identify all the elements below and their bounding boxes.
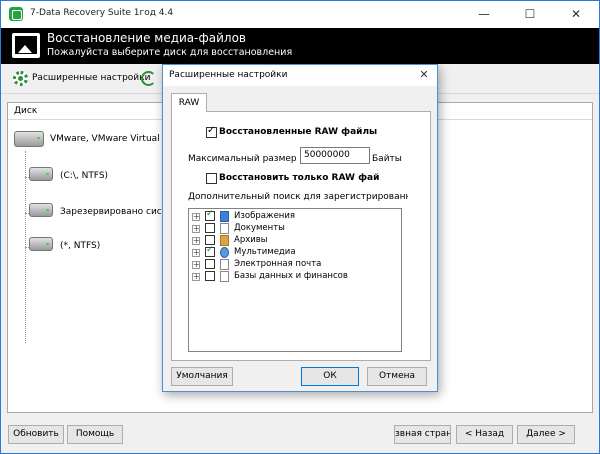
file-type-label: Мультимедиа: [234, 247, 296, 257]
file-type-checkbox[interactable]: [205, 209, 215, 221]
header-title: Восстановление медиа-файлов: [47, 31, 246, 45]
list-item[interactable]: + Документы: [189, 223, 401, 235]
update-button[interactable]: Обновить: [8, 425, 64, 444]
close-button[interactable]: ✕: [553, 1, 599, 28]
advanced-settings-label: Расширенные настройки: [32, 73, 151, 83]
database-icon: [220, 271, 229, 282]
dialog-title: Расширенные настройки: [169, 70, 288, 80]
hard-drive-icon: [29, 237, 53, 251]
picture-icon: [12, 33, 40, 58]
max-size-label: Максимальный размер: [188, 154, 297, 164]
hard-drive-icon: [29, 203, 53, 217]
refresh-icon[interactable]: [141, 71, 156, 86]
maximize-button[interactable]: ☐: [507, 1, 553, 28]
expand-icon[interactable]: +: [192, 249, 200, 257]
header-subtitle: Пожалуйста выберите диск для восстановле…: [47, 47, 293, 58]
cancel-button[interactable]: Отмена: [367, 367, 427, 386]
back-button[interactable]: < Назад: [456, 425, 513, 444]
hard-drive-icon: [14, 131, 44, 147]
file-type-checkbox[interactable]: [205, 223, 215, 233]
gear-icon: [13, 71, 28, 86]
list-item[interactable]: + Мультимедиа: [189, 245, 401, 259]
ok-button[interactable]: ОК: [301, 367, 359, 386]
file-type-checkbox[interactable]: [205, 235, 215, 245]
raw-tab-panel: Восстановленные RAW файлы Максимальный р…: [171, 111, 431, 361]
max-size-input[interactable]: 50000000: [300, 147, 370, 164]
raw-only-label: Восстановить только RAW фай: [219, 173, 380, 183]
file-type-list: + Изображения + Документы + Архивы +: [188, 208, 402, 352]
home-page-button[interactable]: звная страни: [394, 425, 451, 444]
app-logo-icon: [9, 7, 23, 21]
max-size-unit: Байты: [372, 154, 402, 164]
defaults-button[interactable]: Умолчания: [171, 367, 233, 386]
disk-column-header-label: Диск: [14, 106, 38, 116]
minimize-button[interactable]: —: [461, 1, 507, 28]
file-type-checkbox[interactable]: [205, 259, 215, 269]
email-icon: [220, 259, 229, 270]
disk-item-partition-other[interactable]: (*, NTFS): [60, 241, 100, 251]
dialog-title-bar: Расширенные настройки ✕: [163, 65, 437, 86]
disk-item-physical[interactable]: VMware, VMware Virtual S: [50, 134, 168, 144]
expand-icon[interactable]: +: [192, 237, 200, 245]
dialog-close-button[interactable]: ✕: [415, 67, 433, 83]
help-button[interactable]: Помощь: [67, 425, 123, 444]
window-title: 7-Data Recovery Suite 1год 4.4: [30, 8, 174, 18]
tab-raw[interactable]: RAW: [171, 93, 207, 112]
disk-item-partition-c[interactable]: (C:\, NTFS): [60, 171, 108, 181]
list-item[interactable]: + Архивы: [189, 235, 401, 247]
advanced-settings-dialog: Расширенные настройки ✕ RAW Восстановлен…: [162, 64, 438, 392]
expand-icon[interactable]: +: [192, 213, 200, 221]
media-icon: [220, 247, 229, 258]
list-item[interactable]: + Изображения: [189, 209, 401, 223]
raw-only-checkbox[interactable]: [206, 173, 217, 184]
file-type-checkbox[interactable]: [205, 245, 215, 257]
file-type-checkbox[interactable]: [205, 271, 215, 281]
title-bar: 7-Data Recovery Suite 1год 4.4 — ☐ ✕: [1, 1, 599, 28]
hard-drive-icon: [29, 167, 53, 181]
image-icon: [220, 211, 229, 222]
file-type-label: Документы: [234, 223, 285, 233]
next-button[interactable]: Далее >: [517, 425, 575, 444]
expand-icon[interactable]: +: [192, 273, 200, 281]
extra-search-label: Дополнительный поиск для зарегистрирован…: [188, 192, 408, 202]
file-type-label: Базы данных и финансов: [234, 271, 348, 281]
archive-icon: [220, 235, 229, 246]
recover-raw-checkbox[interactable]: [206, 125, 217, 138]
expand-icon[interactable]: +: [192, 225, 200, 233]
expand-icon[interactable]: +: [192, 261, 200, 269]
file-type-label: Электронная почта: [234, 259, 322, 269]
file-type-label: Архивы: [234, 235, 268, 245]
list-item[interactable]: + Электронная почта: [189, 259, 401, 271]
wizard-header: Восстановление медиа-файлов Пожалуйста в…: [1, 28, 599, 64]
list-item[interactable]: + Базы данных и финансов: [189, 271, 401, 283]
document-icon: [220, 223, 229, 234]
recover-raw-label: Восстановленные RAW файлы: [219, 127, 378, 137]
file-type-label: Изображения: [234, 211, 296, 221]
